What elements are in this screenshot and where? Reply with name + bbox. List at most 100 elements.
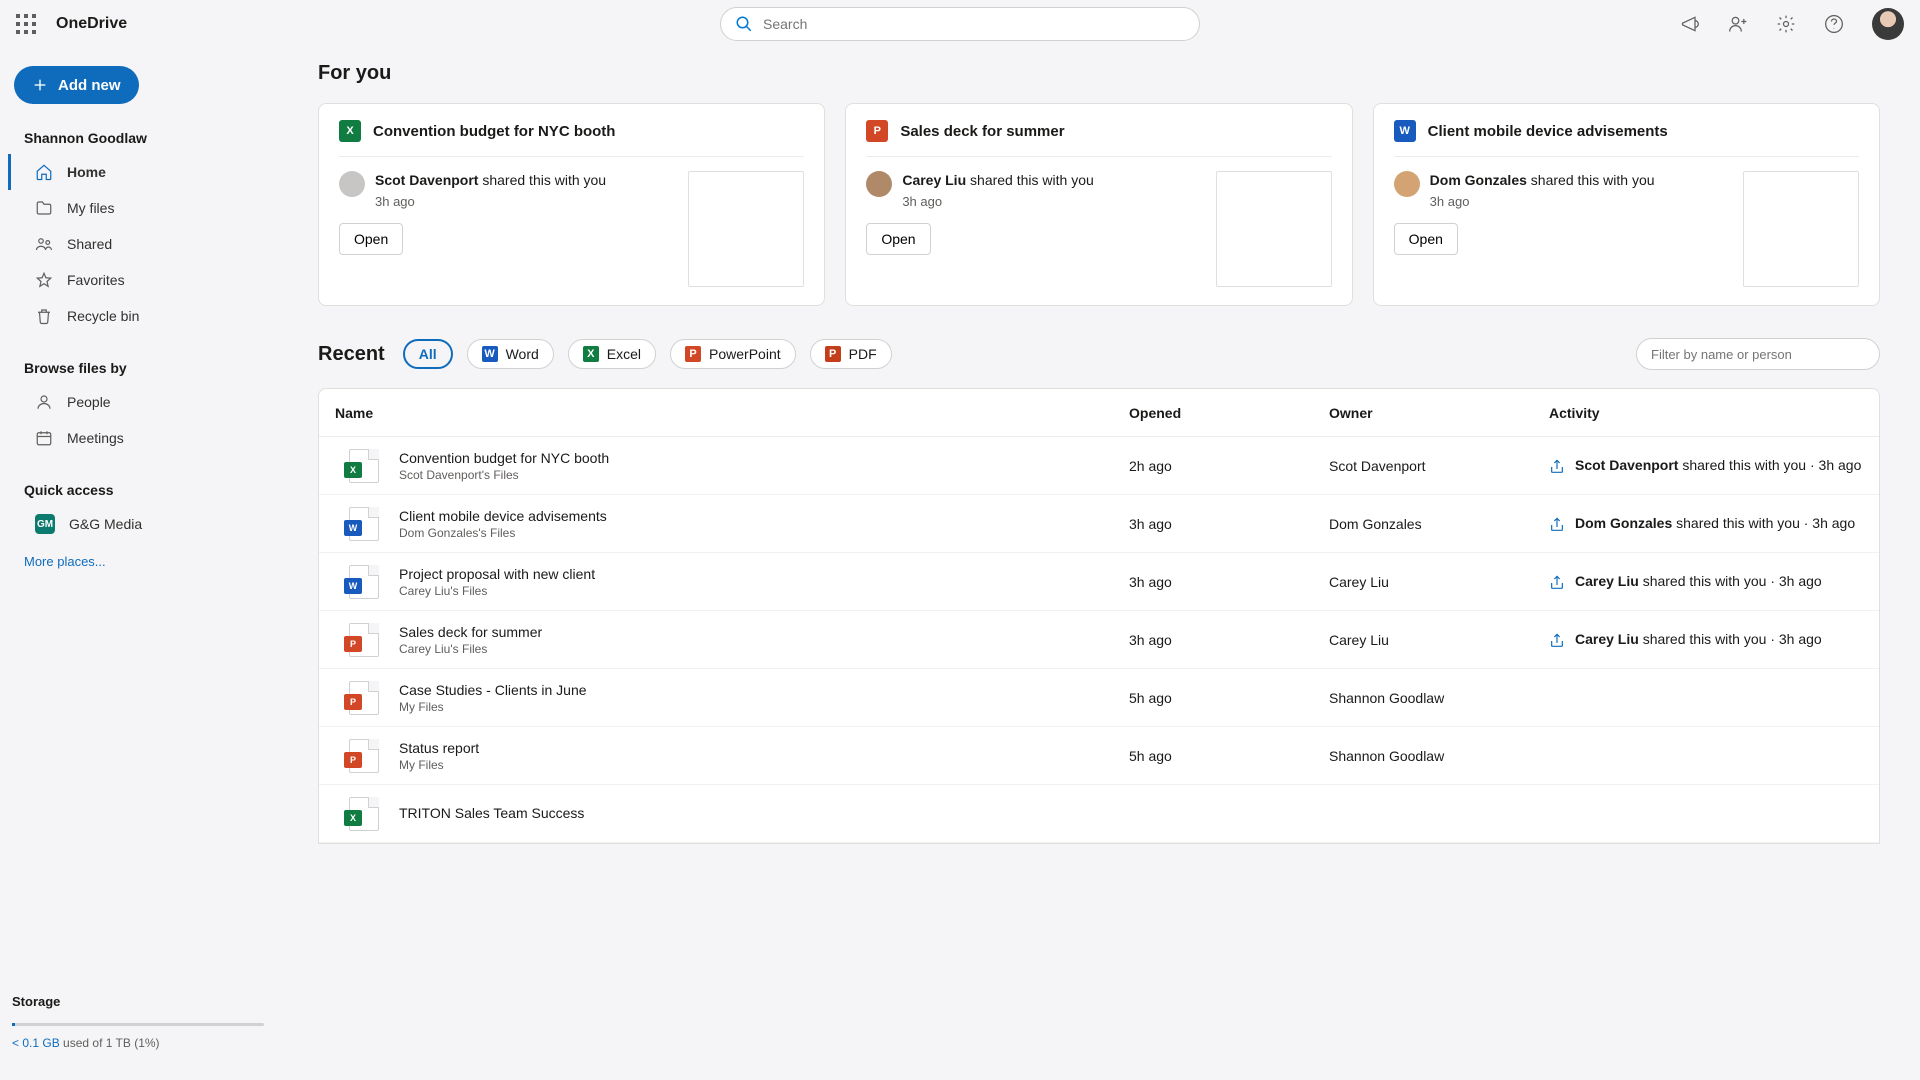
more-places-link[interactable]: More places... [24, 554, 268, 569]
file-icon: X [349, 449, 379, 483]
sharer-avatar [866, 171, 892, 197]
table-row[interactable]: X Convention budget for NYC booth Scot D… [319, 437, 1879, 495]
sidebar-item-shared[interactable]: Shared [8, 226, 268, 262]
word-icon: W [482, 346, 498, 362]
search-icon [735, 15, 753, 33]
star-icon [35, 271, 53, 289]
table-row[interactable]: P Sales deck for summer Carey Liu's File… [319, 611, 1879, 669]
pill-label: Excel [607, 346, 641, 362]
filter-pill-all[interactable]: All [403, 339, 453, 369]
for-you-card[interactable]: P Sales deck for summer Carey Liu shared… [845, 103, 1352, 306]
share-time: 3h ago [1430, 194, 1655, 209]
sidebar-item-myfiles[interactable]: My files [8, 190, 268, 226]
file-location: Dom Gonzales's Files [399, 526, 1129, 540]
sidebar-item-gg-media[interactable]: GM G&G Media [8, 506, 268, 542]
for-you-heading: For you [318, 62, 1880, 85]
opened-value: 3h ago [1129, 632, 1329, 648]
app-launcher-icon[interactable] [16, 14, 36, 34]
sharer-avatar [339, 171, 365, 197]
file-icon: P [349, 623, 379, 657]
share-text: Carey Liu shared this with you [902, 171, 1093, 190]
activity-value: Carey Liu shared this with you · 3h ago [1549, 631, 1869, 649]
pill-label: Word [506, 346, 539, 362]
opened-value: 3h ago [1129, 516, 1329, 532]
sidebar-item-label: Favorites [67, 272, 125, 288]
table-row[interactable]: P Case Studies - Clients in June My File… [319, 669, 1879, 727]
sidebar: Add new Shannon Goodlaw Home My files Sh… [0, 48, 278, 1080]
sidebar-item-home[interactable]: Home [8, 154, 268, 190]
powerpoint-icon: P [685, 346, 701, 362]
announcements-icon[interactable] [1680, 14, 1700, 34]
file-type-icon: W [1394, 120, 1416, 142]
activity-value: Carey Liu shared this with you · 3h ago [1549, 573, 1869, 591]
col-name[interactable]: Name [329, 405, 1129, 421]
recent-table: Name Opened Owner Activity X Convention … [318, 388, 1880, 844]
for-you-card[interactable]: W Client mobile device advisements Dom G… [1373, 103, 1880, 306]
open-button[interactable]: Open [1394, 223, 1458, 255]
storage-title: Storage [12, 994, 264, 1009]
table-row[interactable]: W Project proposal with new client Carey… [319, 553, 1879, 611]
add-new-label: Add new [58, 77, 121, 94]
col-owner[interactable]: Owner [1329, 405, 1549, 421]
pdf-icon: P [825, 346, 841, 362]
user-avatar[interactable] [1872, 8, 1904, 40]
home-icon [35, 163, 53, 181]
excel-icon: X [583, 346, 599, 362]
owner-value: Scot Davenport [1329, 458, 1549, 474]
file-name: Sales deck for summer [399, 624, 1129, 640]
sidebar-item-label: My files [67, 200, 114, 216]
filter-input[interactable] [1636, 338, 1880, 370]
pill-label: PowerPoint [709, 346, 781, 362]
file-thumbnail [688, 171, 804, 287]
open-button[interactable]: Open [339, 223, 403, 255]
filter-pill-word[interactable]: W Word [467, 339, 554, 369]
card-title: Client mobile device advisements [1428, 123, 1668, 140]
file-type-icon: X [339, 120, 361, 142]
col-activity[interactable]: Activity [1549, 405, 1869, 421]
open-button[interactable]: Open [866, 223, 930, 255]
add-new-button[interactable]: Add new [14, 66, 139, 104]
file-name: TRITON Sales Team Success [399, 805, 1129, 821]
sidebar-item-label: G&G Media [69, 516, 142, 532]
storage-used-value: < 0.1 GB [12, 1036, 60, 1050]
people-add-icon[interactable] [1728, 14, 1748, 34]
storage-total-value: used of 1 TB (1%) [60, 1036, 160, 1050]
for-you-card[interactable]: X Convention budget for NYC booth Scot D… [318, 103, 825, 306]
search-input[interactable] [763, 16, 1185, 32]
share-icon [1549, 517, 1565, 533]
file-name: Convention budget for NYC booth [399, 450, 1129, 466]
sidebar-item-label: Home [67, 164, 106, 180]
opened-value: 5h ago [1129, 748, 1329, 764]
help-icon[interactable] [1824, 14, 1844, 34]
table-row[interactable]: P Status report My Files 5h ago Shannon … [319, 727, 1879, 785]
file-name: Project proposal with new client [399, 566, 1129, 582]
search-box[interactable] [720, 7, 1200, 41]
table-row[interactable]: W Client mobile device advisements Dom G… [319, 495, 1879, 553]
sidebar-item-favorites[interactable]: Favorites [8, 262, 268, 298]
activity-value: Dom Gonzales shared this with you · 3h a… [1549, 515, 1869, 533]
file-location: My Files [399, 758, 1129, 772]
filter-pill-pdf[interactable]: PPDF [810, 339, 892, 369]
sidebar-item-label: Meetings [67, 430, 124, 446]
share-text: Dom Gonzales shared this with you [1430, 171, 1655, 190]
file-icon: P [349, 739, 379, 773]
file-icon: W [349, 507, 379, 541]
col-opened[interactable]: Opened [1129, 405, 1329, 421]
sharer-avatar [1394, 171, 1420, 197]
filter-pill-excel[interactable]: X Excel [568, 339, 656, 369]
filter-pill-powerpoint[interactable]: P PowerPoint [670, 339, 796, 369]
storage-bar [12, 1023, 264, 1026]
storage-text[interactable]: < 0.1 GB used of 1 TB (1%) [12, 1036, 264, 1050]
sidebar-item-recycle[interactable]: Recycle bin [8, 298, 268, 334]
quick-section-title: Quick access [24, 482, 268, 498]
sidebar-item-people[interactable]: People [8, 384, 268, 420]
share-icon [1549, 575, 1565, 591]
person-icon [35, 393, 53, 411]
gear-icon[interactable] [1776, 14, 1796, 34]
share-icon [1549, 459, 1565, 475]
sidebar-item-meetings[interactable]: Meetings [8, 420, 268, 456]
table-row[interactable]: X TRITON Sales Team Success [319, 785, 1879, 843]
file-icon: X [349, 797, 379, 831]
file-icon: W [349, 565, 379, 599]
file-location: Carey Liu's Files [399, 642, 1129, 656]
